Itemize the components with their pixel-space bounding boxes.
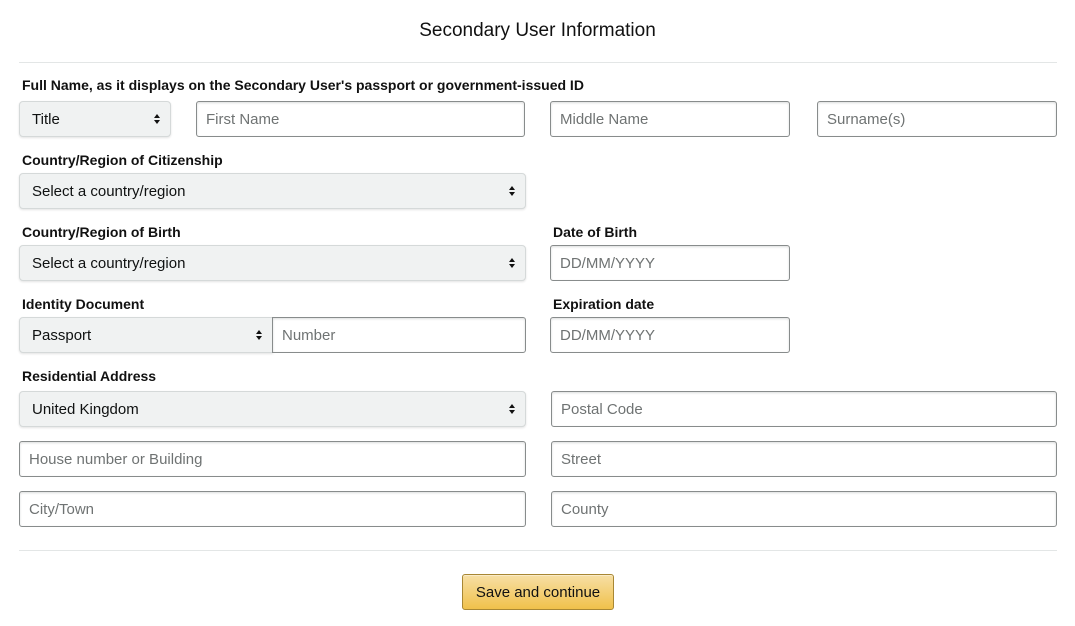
title-select[interactable]: Title (19, 101, 171, 137)
birth-date-input[interactable] (550, 245, 790, 281)
title-select-value: Title (32, 110, 60, 128)
surname-input[interactable] (817, 101, 1057, 137)
first-name-input[interactable] (196, 101, 525, 137)
citizenship-select[interactable]: Select a country/region (19, 173, 526, 209)
sort-arrows-icon (144, 114, 170, 124)
expiration-date-input[interactable] (550, 317, 790, 353)
address-country-select-value: United Kingdom (32, 400, 139, 418)
address-country-select[interactable]: United Kingdom (19, 391, 526, 427)
sort-arrows-icon (499, 258, 525, 268)
birth-date-label: Date of Birth (553, 224, 637, 240)
sort-arrows-icon (499, 404, 525, 414)
county-input[interactable] (551, 491, 1057, 527)
expiration-date-label: Expiration date (553, 296, 655, 312)
street-input[interactable] (551, 441, 1057, 477)
header-divider (19, 62, 1057, 63)
birth-country-select[interactable]: Select a country/region (19, 245, 526, 281)
identity-type-select-value: Passport (32, 326, 92, 344)
citizenship-label: Country/Region of Citizenship (22, 152, 223, 168)
house-number-input[interactable] (19, 441, 526, 477)
footer-divider (19, 550, 1057, 551)
birth-country-select-value: Select a country/region (32, 254, 186, 272)
sort-arrows-icon (246, 330, 272, 340)
sort-arrows-icon (499, 186, 525, 196)
full-name-label: Full Name, as it displays on the Seconda… (22, 77, 584, 93)
city-input[interactable] (19, 491, 526, 527)
identity-document-label: Identity Document (22, 296, 145, 312)
postal-code-input[interactable] (551, 391, 1057, 427)
save-and-continue-button[interactable]: Save and continue (462, 574, 614, 610)
birth-country-label: Country/Region of Birth (22, 224, 181, 240)
residential-address-label: Residential Address (22, 368, 157, 384)
identity-number-input[interactable] (272, 317, 526, 353)
citizenship-select-value: Select a country/region (32, 182, 186, 200)
page-title: Secondary User Information (419, 20, 656, 41)
identity-type-select[interactable]: Passport (19, 317, 273, 353)
middle-name-input[interactable] (550, 101, 790, 137)
